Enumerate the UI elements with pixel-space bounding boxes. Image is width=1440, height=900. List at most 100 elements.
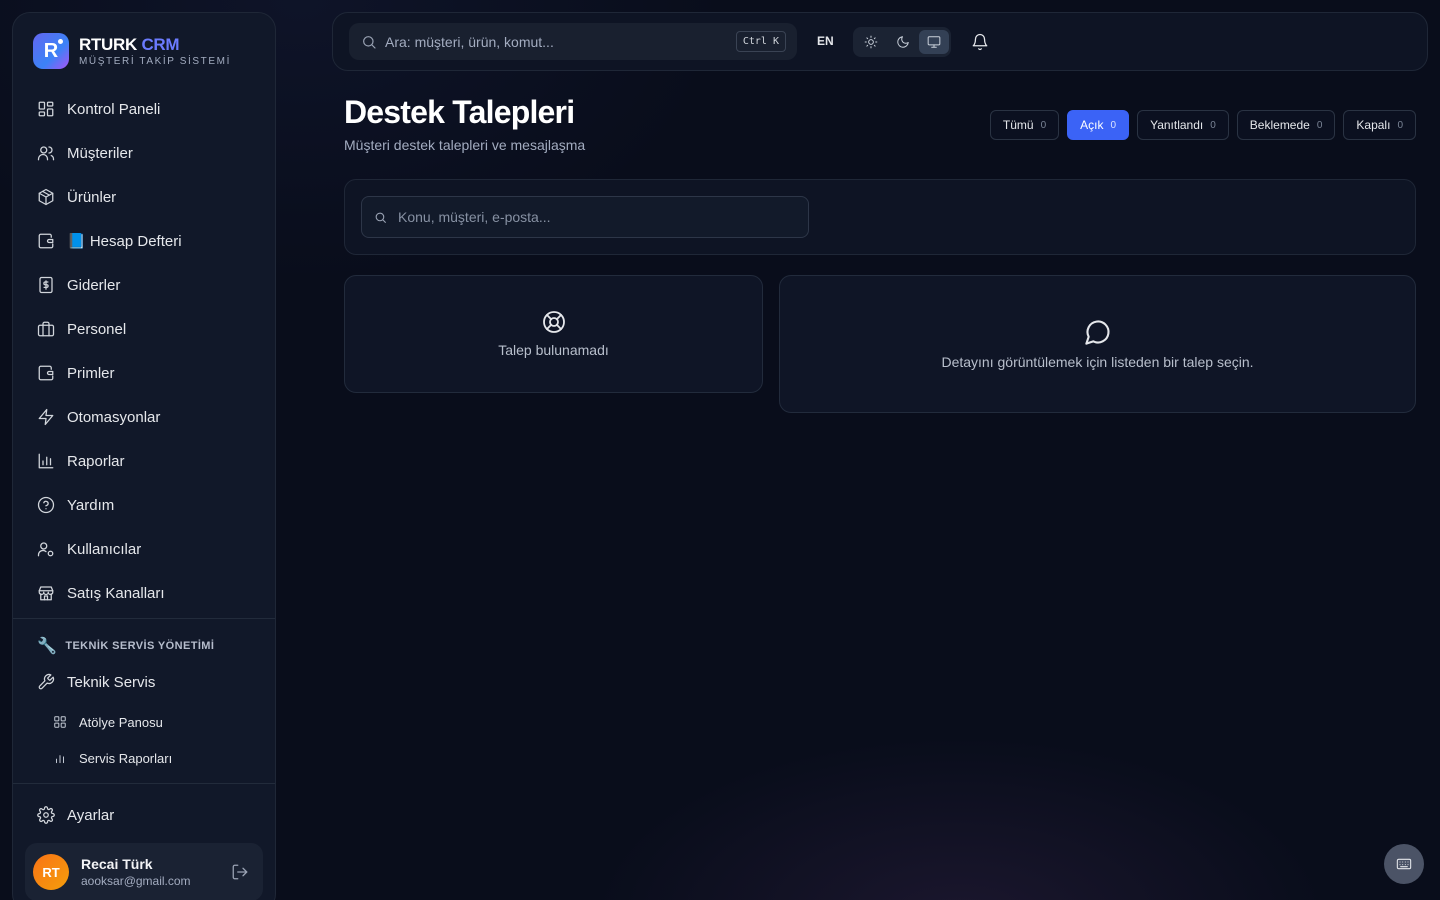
language-toggle[interactable]: EN — [817, 34, 834, 48]
sidebar-item-label: Teknik Servis — [67, 673, 156, 691]
sidebar-item-label: Kontrol Paneli — [67, 100, 161, 118]
filter-count: 0 — [1040, 119, 1047, 131]
search-icon — [363, 35, 376, 49]
ticket-search-placeholder: Konu, müşteri, e-posta... — [398, 209, 551, 225]
user-card[interactable]: RT Recai Türk aooksar@gmail.com — [25, 843, 263, 900]
logout-icon[interactable] — [231, 863, 249, 881]
filter-count: 0 — [1316, 119, 1323, 131]
user-info: Recai Türk aooksar@gmail.com — [81, 856, 191, 888]
zap-icon — [38, 408, 54, 426]
grid-icon — [38, 101, 54, 117]
wallet-icon — [38, 233, 54, 249]
sidebar-item-kullanicilar[interactable]: Kullanıcılar — [25, 527, 265, 571]
brand-subtitle: MÜŞTERİ TAKİP SİSTEMİ — [79, 56, 231, 67]
sidebar-item-personel[interactable]: Personel — [25, 307, 265, 351]
sidebar-item-ayarlar[interactable]: Ayarlar — [25, 793, 265, 837]
page-subtitle: Müşteri destek talepleri ve mesajlaşma — [344, 137, 586, 153]
sidebar-item-musteriler[interactable]: Müşteriler — [25, 131, 265, 175]
global-search-input[interactable]: Ara: müşteri, ürün, komut... Ctrl K — [349, 23, 797, 60]
bar-chart-icon — [38, 453, 54, 469]
topbar: Ara: müşteri, ürün, komut... Ctrl K EN — [332, 12, 1428, 71]
sidebar-item-label: Ayarlar — [67, 806, 115, 824]
user-name: Recai Türk — [81, 856, 153, 872]
sidebar-divider — [13, 783, 275, 784]
brand-name-accent: CRM — [141, 35, 180, 54]
section-title-teknik-servis: 🔧 TEKNİK SERVİS YÖNETİMİ — [37, 636, 214, 656]
bell-icon[interactable] — [971, 33, 989, 51]
brand-name: RTURK — [79, 35, 137, 54]
bar-chart-icon — [56, 755, 64, 764]
filter-count: 0 — [1210, 119, 1216, 131]
sidebar-subitem-atolye-panosu[interactable]: Atölye Panosu — [25, 704, 265, 740]
filter-label: Açık — [1080, 118, 1104, 132]
settings-nav: Ayarlar — [25, 793, 265, 837]
theme-switcher — [853, 27, 951, 57]
sidebar-subitem-label: Atölye Panosu — [79, 714, 163, 730]
wrench-icon — [38, 673, 55, 690]
ticket-list: Talep bulunamadı — [344, 275, 763, 393]
filter-beklemede[interactable]: Beklemede 0 — [1236, 110, 1336, 140]
brand-logo: R — [33, 33, 69, 69]
monitor-icon — [927, 36, 941, 48]
filter-count: 0 — [1397, 119, 1403, 131]
filter-kapali[interactable]: Kapalı 0 — [1343, 110, 1416, 140]
sidebar-item-yardim[interactable]: Yardım — [25, 483, 265, 527]
filter-count: 0 — [1110, 119, 1117, 131]
sidebar-item-hesap-defteri[interactable]: 📘 Hesap Defteri — [25, 219, 265, 263]
filter-yanitlandi[interactable]: Yanıtlandı 0 — [1137, 110, 1229, 140]
sidebar-item-label: Personel — [67, 320, 127, 338]
filter-label: Tümü — [1002, 118, 1034, 132]
sidebar-item-label: Satış Kanalları — [67, 584, 165, 602]
keyboard-shortcuts-button[interactable] — [1384, 844, 1424, 884]
brand-logo-letter: R — [43, 39, 59, 62]
filter-tumu[interactable]: Tümü 0 — [989, 110, 1060, 140]
section-title-label: TEKNİK SERVİS YÖNETİMİ — [65, 640, 215, 652]
page-title: Destek Talepleri — [344, 94, 575, 130]
filter-label: Yanıtlandı — [1150, 118, 1204, 132]
sidebar-item-label: Giderler — [67, 276, 121, 294]
theme-light-button[interactable] — [856, 30, 886, 54]
sidebar-item-label: Yardım — [67, 496, 115, 514]
theme-system-button[interactable] — [919, 30, 950, 54]
sidebar-item-urunler[interactable]: Ürünler — [25, 175, 265, 219]
user-cog-icon — [37, 542, 54, 557]
sidebar-item-otomasyonlar[interactable]: Otomasyonlar — [25, 395, 265, 439]
keyboard-icon — [1396, 858, 1412, 870]
sidebar-item-label: Otomasyonlar — [67, 408, 161, 426]
ticket-detail: Detayını görüntülemek için listeden bir … — [779, 275, 1416, 413]
sidebar-item-kontrol-paneli[interactable]: Kontrol Paneli — [25, 87, 265, 131]
search-icon — [375, 212, 386, 223]
brand[interactable]: R RTURK CRM MÜŞTERİ TAKİP SİSTEMİ — [33, 33, 231, 69]
ticket-search-panel: Konu, müşteri, e-posta... — [344, 179, 1416, 255]
receipt-icon — [39, 276, 53, 294]
package-icon — [38, 188, 54, 206]
sidebar-subitem-servis-raporlari[interactable]: Servis Raporları — [25, 740, 265, 776]
filter-acik[interactable]: Açık 0 — [1067, 110, 1130, 140]
sidebar-item-label: Ürünler — [67, 188, 117, 206]
sidebar-subitem-label: Servis Raporları — [79, 750, 173, 766]
sidebar-item-giderler[interactable]: Giderler — [25, 263, 265, 307]
global-search-placeholder: Ara: müşteri, ürün, komut... — [385, 33, 554, 50]
sidebar-item-label: 📘 Hesap Defteri — [67, 233, 182, 250]
filter-label: Beklemede — [1249, 118, 1310, 132]
sidebar-divider — [13, 618, 275, 619]
sidebar-item-primler[interactable]: Primler — [25, 351, 265, 395]
brand-text: RTURK CRM MÜŞTERİ TAKİP SİSTEMİ — [79, 35, 231, 67]
wallet-icon — [38, 365, 54, 381]
users-icon — [37, 146, 55, 161]
sidebar-nav: Kontrol Paneli Müşteriler Ürünler 📘 Hesa… — [25, 87, 265, 615]
sidebar-item-label: Primler — [67, 364, 115, 382]
filter-label: Kapalı — [1356, 118, 1391, 132]
moon-icon — [896, 36, 909, 48]
wrench-emoji-icon: 🔧 — [37, 638, 58, 655]
sidebar-item-teknik-servis[interactable]: Teknik Servis — [25, 660, 265, 704]
service-nav: Teknik Servis Atölye Panosu Servis Rapor… — [25, 660, 265, 776]
theme-dark-button[interactable] — [888, 30, 918, 54]
sidebar-item-label: Raporlar — [67, 452, 125, 470]
shortcut-badge: Ctrl K — [735, 31, 786, 52]
sidebar-item-raporlar[interactable]: Raporlar — [25, 439, 265, 483]
life-buoy-icon — [542, 311, 565, 333]
ticket-search-input[interactable]: Konu, müşteri, e-posta... — [361, 196, 809, 238]
grid-icon — [54, 716, 66, 728]
sidebar-item-satis-kanallari[interactable]: Satış Kanalları — [25, 571, 265, 615]
